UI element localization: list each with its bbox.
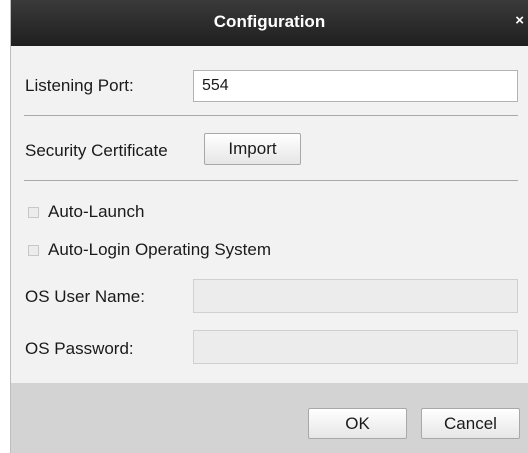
- auto-login-label: Auto-Login Operating System: [48, 240, 272, 259]
- auto-launch-checkbox[interactable]: [28, 207, 39, 218]
- listening-port-label: Listening Port:: [25, 76, 134, 95]
- auto-launch-label: Auto-Launch: [48, 202, 145, 221]
- os-user-name-label: OS User Name:: [25, 287, 145, 306]
- dialog-footer: OK Cancel: [11, 383, 528, 453]
- listening-port-input[interactable]: [193, 70, 518, 102]
- divider: [24, 115, 518, 116]
- os-password-input[interactable]: [193, 330, 518, 364]
- security-certificate-label: Security Certificate: [25, 141, 168, 160]
- os-user-name-input[interactable]: [193, 279, 518, 313]
- configuration-dialog: Configuration × Listening Port: Security…: [10, 0, 528, 453]
- import-button[interactable]: Import: [204, 133, 301, 165]
- title-bar[interactable]: Configuration ×: [11, 0, 528, 46]
- close-icon[interactable]: ×: [515, 13, 524, 29]
- os-password-label: OS Password:: [25, 339, 134, 358]
- auto-login-checkbox[interactable]: [28, 245, 39, 256]
- dialog-title: Configuration: [213, 12, 326, 31]
- ok-button[interactable]: OK: [308, 408, 407, 439]
- cancel-button[interactable]: Cancel: [421, 408, 520, 439]
- divider: [24, 180, 518, 181]
